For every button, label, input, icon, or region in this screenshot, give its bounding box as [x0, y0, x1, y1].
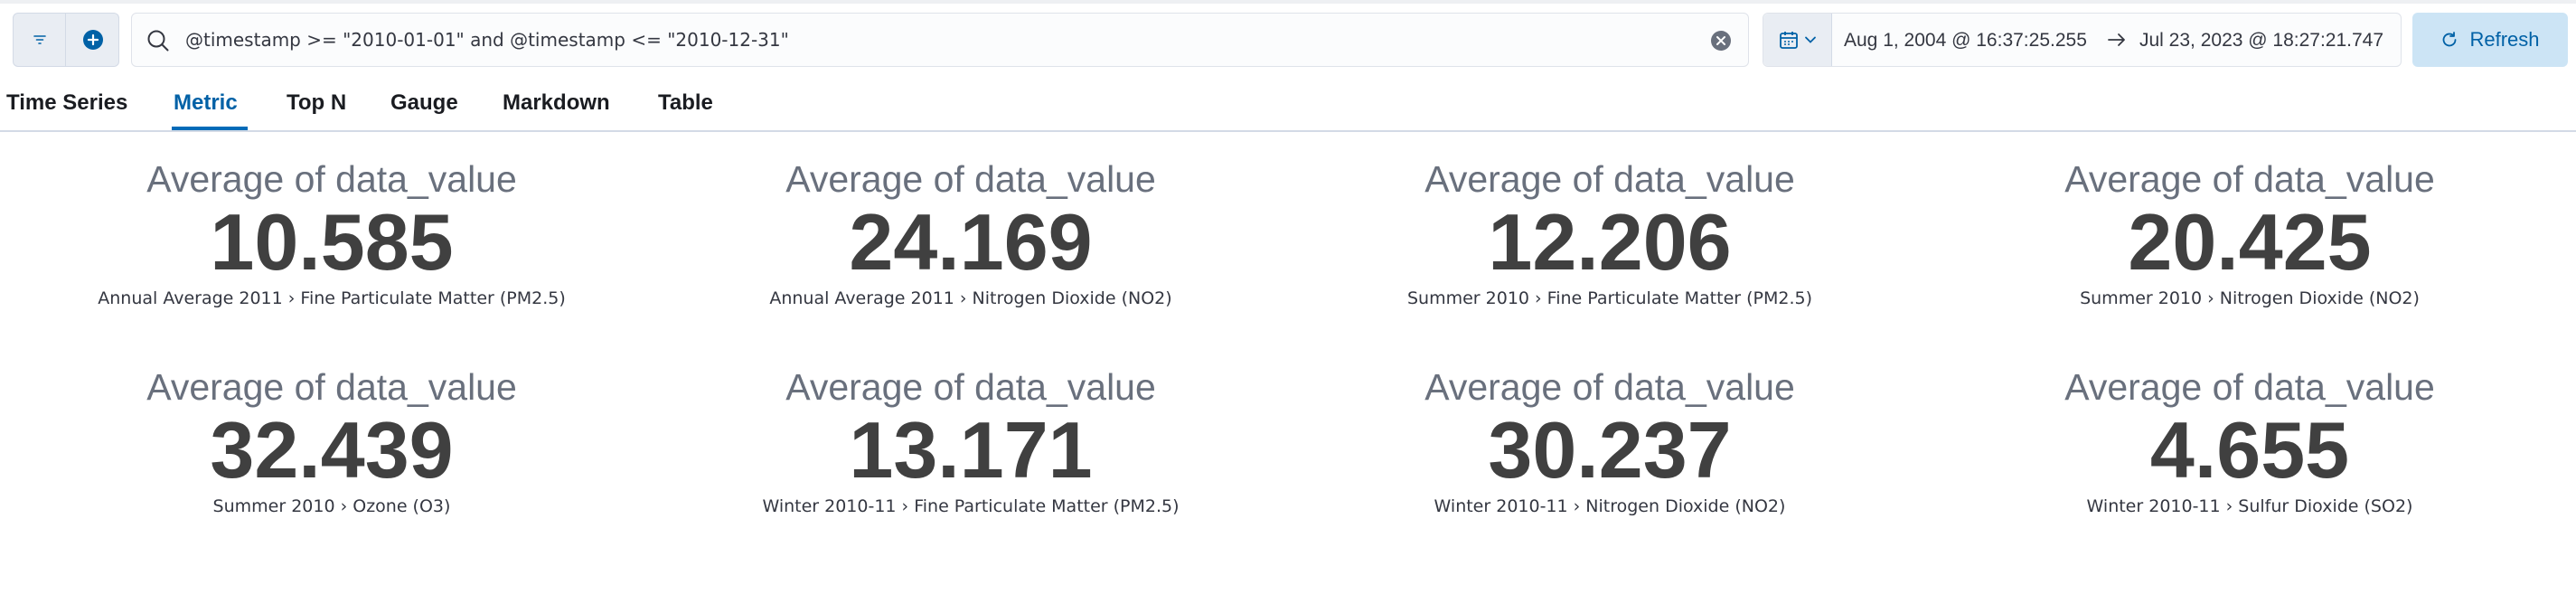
query-search-field[interactable]: @timestamp >= "2010-01-01" and @timestam… — [131, 13, 1749, 67]
metric-label: Average of data_value — [146, 158, 517, 200]
metric-sublabel: Annual Average 2011 › Fine Particulate M… — [98, 288, 566, 308]
tab-table[interactable]: Table — [658, 90, 713, 116]
tab-time-series[interactable]: Time Series — [6, 90, 127, 116]
quick-select-button[interactable] — [1763, 14, 1832, 66]
tab-top-n[interactable]: Top N — [287, 90, 346, 116]
tab-markdown[interactable]: Markdown — [503, 90, 610, 116]
start-date[interactable]: Aug 1, 2004 @ 16:37:25.255 — [1844, 30, 2087, 52]
metric-value: 13.171 — [849, 405, 1093, 495]
active-tab-indicator — [172, 127, 248, 130]
metric-panel: Average of data_value 32.439 Summer 2010… — [15, 365, 648, 518]
metric-panel: Average of data_value 10.585 Annual Aver… — [15, 157, 648, 310]
metric-value: 12.206 — [1488, 197, 1732, 287]
metric-value: 10.585 — [210, 197, 454, 287]
visualization-tabs: Time Series Metric Top N Gauge Markdown … — [0, 83, 2576, 132]
metric-value: 20.425 — [2128, 197, 2372, 287]
filter-icon — [33, 35, 46, 44]
clear-icon[interactable] — [1710, 30, 1732, 52]
metric-sublabel: Winter 2010-11 › Fine Particulate Matter… — [762, 496, 1180, 516]
metric-sublabel: Winter 2010-11 › Nitrogen Dioxide (NO2) — [1434, 496, 1786, 516]
add-filter-icon — [83, 30, 103, 50]
metric-panel: Average of data_value 20.425 Summer 2010… — [1933, 157, 2566, 310]
metric-sublabel: Summer 2010 › Fine Particulate Matter (P… — [1406, 288, 1813, 308]
top-border — [0, 0, 2576, 4]
metric-panel: Average of data_value 12.206 Summer 2010… — [1293, 157, 1926, 310]
metric-value: 24.169 — [849, 197, 1093, 287]
date-picker: Aug 1, 2004 @ 16:37:25.255 Jul 23, 2023 … — [1763, 13, 2402, 67]
metric-sublabel: Summer 2010 › Nitrogen Dioxide (NO2) — [2080, 288, 2420, 308]
metric-label: Average of data_value — [785, 158, 1156, 200]
metric-sublabel: Winter 2010-11 › Sulfur Dioxide (SO2) — [2086, 496, 2413, 516]
metric-label: Average of data_value — [146, 366, 517, 408]
refresh-button[interactable]: Refresh — [2412, 13, 2568, 67]
refresh-label: Refresh — [2469, 28, 2540, 51]
metric-sublabel: Summer 2010 › Ozone (O3) — [212, 496, 451, 516]
metric-value: 32.439 — [210, 405, 454, 495]
query-input-text[interactable]: @timestamp >= "2010-01-01" and @timestam… — [185, 29, 789, 51]
metric-label: Average of data_value — [2064, 366, 2435, 408]
metric-panel: Average of data_value 24.169 Annual Aver… — [654, 157, 1287, 310]
tab-gauge[interactable]: Gauge — [390, 90, 458, 116]
chevron-down-icon — [1804, 36, 1816, 43]
end-date[interactable]: Jul 23, 2023 @ 18:27:21.747 — [2139, 30, 2383, 52]
arrow-right-icon — [2108, 33, 2125, 46]
metric-panel: Average of data_value 4.655 Winter 2010-… — [1933, 365, 2566, 518]
metric-label: Average of data_value — [785, 366, 1156, 408]
search-icon — [147, 30, 169, 52]
query-bar: @timestamp >= "2010-01-01" and @timestam… — [0, 13, 2576, 67]
metric-panel: Average of data_value 30.237 Winter 2010… — [1293, 365, 1926, 518]
filter-menu-button[interactable] — [14, 14, 66, 66]
add-filter-button[interactable] — [67, 14, 119, 66]
metric-label: Average of data_value — [1424, 158, 1795, 200]
metric-value: 30.237 — [1488, 405, 1732, 495]
calendar-icon — [1779, 32, 1798, 49]
metric-label: Average of data_value — [1424, 366, 1795, 408]
metric-label: Average of data_value — [2064, 158, 2435, 200]
metric-sublabel: Annual Average 2011 › Nitrogen Dioxide (… — [769, 288, 1172, 308]
tab-metric[interactable]: Metric — [174, 90, 238, 116]
metric-value: 4.655 — [2149, 405, 2350, 495]
refresh-icon — [2443, 32, 2457, 47]
filter-button-group — [13, 13, 119, 67]
metric-panel: Average of data_value 13.171 Winter 2010… — [654, 365, 1287, 518]
